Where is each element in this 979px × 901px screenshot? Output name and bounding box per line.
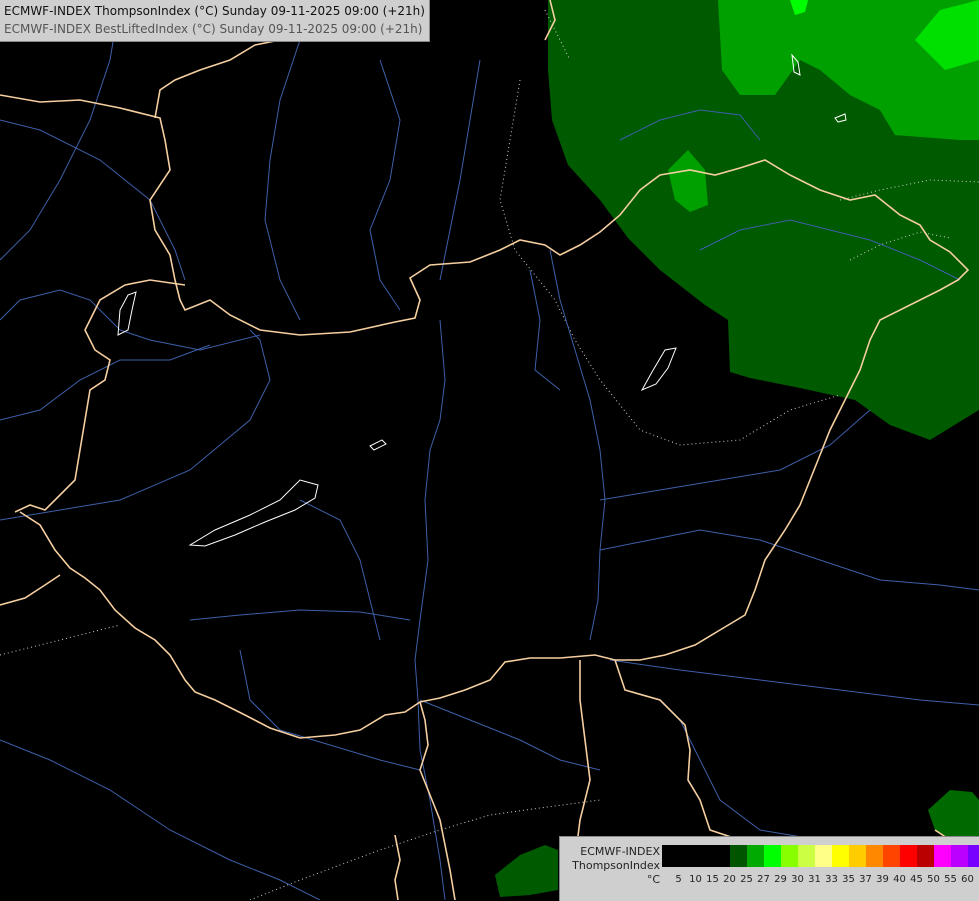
- legend-swatch: [696, 845, 713, 867]
- legend-tick-label: 10: [689, 874, 702, 885]
- legend-swatches: [662, 845, 979, 867]
- legend-tick-label: 15: [706, 874, 719, 885]
- legend-swatch: [662, 845, 679, 867]
- legend-model-name: ECMWF-INDEX: [580, 845, 660, 858]
- legend-swatch: [781, 845, 798, 867]
- legend-tick-label: 30: [791, 874, 804, 885]
- legend-swatch: [934, 845, 951, 867]
- legend-swatch: [730, 845, 747, 867]
- map-title-box: ECMWF-INDEX ThompsonIndex (°C) Sunday 09…: [0, 0, 430, 42]
- legend-swatch: [679, 845, 696, 867]
- legend-swatch: [713, 845, 730, 867]
- legend-tick-label: 25: [740, 874, 753, 885]
- weather-map: [0, 0, 979, 900]
- legend-tick-label: 35: [842, 874, 855, 885]
- legend-swatch: [917, 845, 934, 867]
- legend-tick-label: 29: [774, 874, 787, 885]
- legend-tick-label: 40: [893, 874, 906, 885]
- legend-swatch: [900, 845, 917, 867]
- legend-unit: °C: [646, 873, 660, 886]
- legend-tick-spacer: [662, 874, 670, 885]
- legend-tick-label: 33: [825, 874, 838, 885]
- legend-tick-label: 31: [808, 874, 821, 885]
- legend-swatch: [866, 845, 883, 867]
- legend-tick-label: 39: [876, 874, 889, 885]
- legend-swatch: [764, 845, 781, 867]
- legend-swatch: [883, 845, 900, 867]
- map-title-secondary: ECMWF-INDEX BestLiftedIndex (°C) Sunday …: [4, 22, 423, 36]
- legend-swatch: [832, 845, 849, 867]
- legend-tick-label: 27: [757, 874, 770, 885]
- legend-tick-label: 60: [961, 874, 974, 885]
- legend-tick-label: 20: [723, 874, 736, 885]
- legend-tick-labels: 5 10 15 20 25 27 29 30 31 33 35 37 39 40 45 50 55 60: [662, 874, 976, 885]
- legend-label: ECMWF-INDEX ThompsonIndex °C: [564, 845, 660, 887]
- legend-tick-label: 55: [944, 874, 957, 885]
- legend-tick-label: 45: [910, 874, 923, 885]
- map-title-primary: ECMWF-INDEX ThompsonIndex (°C) Sunday 09…: [4, 4, 425, 18]
- legend-swatch: [747, 845, 764, 867]
- legend-swatch: [815, 845, 832, 867]
- legend-swatch: [951, 845, 968, 867]
- legend-tick-label: 37: [859, 874, 872, 885]
- legend-swatch: [849, 845, 866, 867]
- legend-tick-label: 50: [927, 874, 940, 885]
- legend-index-name: ThompsonIndex: [572, 859, 660, 872]
- color-scale-legend: ECMWF-INDEX ThompsonIndex °C 5 10 15 20 25 27…: [559, 836, 979, 901]
- legend-tick-label: 5: [675, 874, 682, 885]
- legend-swatch: [968, 845, 979, 867]
- legend-swatch: [798, 845, 815, 867]
